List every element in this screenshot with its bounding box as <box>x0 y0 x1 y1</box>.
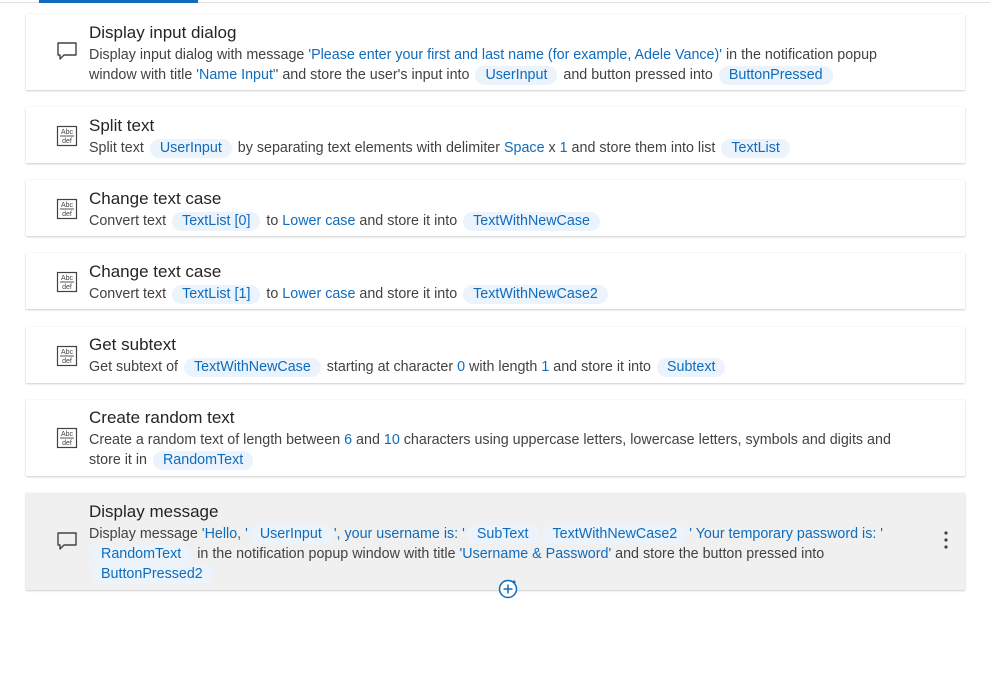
more-vertical-icon[interactable] <box>943 529 949 551</box>
variable-pill-textwithnewcase2[interactable]: TextWithNewCase2 <box>463 285 608 304</box>
desc-text: x <box>544 140 560 156</box>
def-glyph: def <box>62 440 72 447</box>
action-step-split-text[interactable]: Abc def Split text Split text UserInput … <box>26 107 965 163</box>
def-glyph: def <box>62 284 72 291</box>
def-glyph: def <box>62 358 72 365</box>
desc-text: Display input dialog with message <box>89 47 309 63</box>
step-title: Get subtext <box>89 335 176 354</box>
variable-pill-randomtext[interactable]: RandomText <box>91 545 192 564</box>
step-title: Split text <box>89 116 155 135</box>
variable-pill-textlist-index[interactable]: TextList [1] <box>172 285 261 304</box>
desc-text: Display message <box>89 526 202 542</box>
step-description: Convert text TextList [1] to Lower case … <box>89 284 925 304</box>
abc-glyph: Abc <box>61 202 74 209</box>
text-abc-icon: Abc def <box>56 271 78 293</box>
abc-glyph: Abc <box>61 275 74 282</box>
variable-pill-textwithnewcase[interactable]: TextWithNewCase <box>463 212 600 231</box>
variable-pill-randomtext[interactable]: RandomText <box>152 451 254 470</box>
message-literal: 'Please enter your first and last name (… <box>308 47 723 63</box>
action-step-display-input-dialog[interactable]: Display input dialog Display input dialo… <box>26 14 965 90</box>
min-length-literal: 6 <box>344 432 353 448</box>
text-abc-icon: Abc def <box>56 125 78 147</box>
variable-pill-subtext[interactable]: Subtext <box>656 358 726 377</box>
desc-text: and button pressed into <box>559 67 717 83</box>
step-description: Display input dialog with message 'Pleas… <box>89 45 925 85</box>
variable-pill-userinput[interactable]: UserInput <box>149 139 232 158</box>
desc-text: and store it into <box>355 213 462 229</box>
desc-text: and store them into list <box>567 140 720 156</box>
start-literal: 0 <box>457 359 466 375</box>
abc-glyph: Abc <box>61 129 74 136</box>
action-step-display-message[interactable]: Display message Display message 'Hello, … <box>26 493 965 599</box>
variable-pill-userinput[interactable]: UserInput <box>249 525 332 544</box>
step-description: Create a random text of length between 6… <box>89 430 925 470</box>
step-title: Change text case <box>89 262 222 281</box>
desc-text: with length <box>465 359 542 375</box>
desc-text: and store the button pressed into <box>611 546 825 562</box>
message-literal: 'Hello, ' <box>201 526 248 542</box>
abc-glyph: Abc <box>61 349 74 356</box>
desc-text: to <box>262 286 283 302</box>
variable-pill-textlist-index[interactable]: TextList [0] <box>172 212 261 231</box>
max-length-literal: 10 <box>383 432 400 448</box>
variable-pill-textwithnewcase2[interactable]: TextWithNewCase2 <box>542 525 688 544</box>
step-description: Split text UserInput by separating text … <box>89 138 925 158</box>
desc-text: ' and store the user's input into <box>275 67 474 83</box>
step-description: Convert text TextList [0] to Lower case … <box>89 211 925 231</box>
desc-text: in the notification popup window with ti… <box>193 546 460 562</box>
message-literal: ', your username is: ' <box>333 526 465 542</box>
index-literal: [0] <box>234 213 251 229</box>
case-literal: Lower case <box>282 286 356 302</box>
step-title: Display input dialog <box>89 23 237 42</box>
variable-pill-subtext[interactable]: SubText <box>466 525 539 544</box>
variable-pill-textwithnewcase[interactable]: TextWithNewCase <box>183 358 321 377</box>
count-literal: 1 <box>559 140 568 156</box>
title-literal: 'Name Input' <box>196 67 276 83</box>
variable-pill-buttonpressed[interactable]: ButtonPressed <box>718 66 833 85</box>
variable-name: TextList <box>182 213 231 229</box>
add-step-icon[interactable] <box>497 578 519 600</box>
text-abc-icon: Abc def <box>56 345 78 367</box>
desc-text: Convert text <box>89 286 171 302</box>
def-glyph: def <box>62 211 72 218</box>
variable-name: TextList <box>182 286 231 302</box>
message-box-icon <box>57 42 77 60</box>
desc-text: by separating text elements with delimit… <box>233 140 504 156</box>
step-title: Change text case <box>89 189 222 208</box>
step-title: Create random text <box>89 408 235 427</box>
def-glyph: def <box>62 138 72 145</box>
delimiter-literal: Space <box>503 140 545 156</box>
action-step-change-text-case-2[interactable]: Abc def Change text case Convert text Te… <box>26 253 965 309</box>
desc-text: Convert text <box>89 213 171 229</box>
desc-text: to <box>262 213 283 229</box>
active-tab-indicator <box>39 0 198 3</box>
index-literal: [1] <box>234 286 251 302</box>
variable-pill-buttonpressed2[interactable]: ButtonPressed2 <box>91 565 213 584</box>
desc-text: Split text <box>89 140 148 156</box>
action-step-create-random-text[interactable]: Abc def Create random text Create a rand… <box>26 400 965 476</box>
variable-pill-userinput[interactable]: UserInput <box>475 66 558 85</box>
message-box-icon <box>57 532 77 550</box>
text-abc-icon: Abc def <box>56 198 78 220</box>
step-title: Display message <box>89 502 219 521</box>
action-step-get-subtext[interactable]: Abc def Get subtext Get subtext of TextW… <box>26 327 965 383</box>
title-literal: 'Username & Password' <box>459 546 612 562</box>
desc-text: and <box>352 432 384 448</box>
abc-glyph: Abc <box>61 431 74 438</box>
desc-text: Get subtext of <box>89 359 182 375</box>
case-literal: Lower case <box>282 213 356 229</box>
variable-pill-textlist[interactable]: TextList <box>721 139 790 158</box>
desc-text: and store it into <box>355 286 462 302</box>
step-description: Display message 'Hello, ' UserInput ', you… <box>89 524 925 584</box>
action-step-change-text-case[interactable]: Abc def Change text case Convert text Te… <box>26 180 965 236</box>
text-abc-icon: Abc def <box>56 427 78 449</box>
desc-text: and store it into <box>549 359 655 375</box>
desc-text: starting at character <box>322 359 458 375</box>
message-literal: ' Your temporary password is: ' <box>689 526 884 542</box>
desc-text: Create a random text of length between <box>89 432 345 448</box>
step-description: Get subtext of TextWithNewCase starting … <box>89 357 925 377</box>
